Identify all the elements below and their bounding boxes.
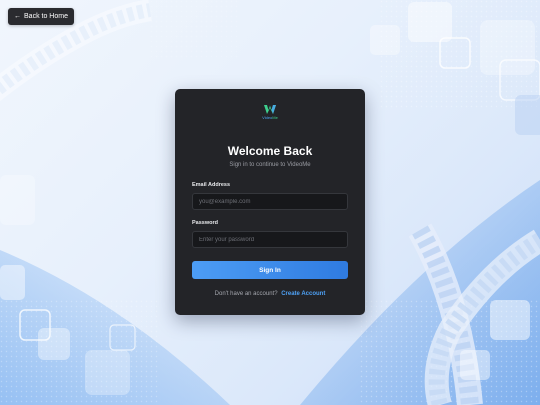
email-input[interactable] bbox=[192, 193, 348, 210]
page-subtitle: Sign in to continue to VideoMe bbox=[229, 162, 311, 168]
glass-squares-top-right bbox=[370, 2, 540, 135]
brand-logo: VideoMe bbox=[175, 105, 365, 121]
password-label: Password bbox=[192, 220, 218, 226]
brand-logo-text: VideoMe bbox=[262, 116, 278, 120]
back-to-home-label: Back to Home bbox=[24, 13, 68, 20]
back-to-home-button[interactable]: ← Back to Home bbox=[8, 8, 74, 25]
arrow-left-icon: ← bbox=[14, 13, 22, 20]
sign-in-button[interactable]: Sign In bbox=[192, 261, 348, 279]
password-input[interactable] bbox=[192, 231, 348, 248]
brand-logo-text-b: Me bbox=[272, 115, 278, 120]
film-strip-bottom-right bbox=[408, 223, 540, 405]
brand-logo-text-a: Video bbox=[262, 115, 273, 120]
glass-squares-bottom-left bbox=[0, 265, 136, 395]
signup-prompt: Don't have an account? Create Account bbox=[175, 291, 365, 297]
email-label: Email Address bbox=[192, 182, 231, 188]
page-title: Welcome Back bbox=[227, 144, 313, 158]
login-card: VideoMe Welcome Back Sign in to continue… bbox=[175, 89, 365, 315]
signup-prompt-text: Don't have an account? bbox=[214, 291, 278, 297]
create-account-link[interactable]: Create Account bbox=[281, 291, 325, 297]
videome-logo-icon bbox=[264, 105, 276, 114]
